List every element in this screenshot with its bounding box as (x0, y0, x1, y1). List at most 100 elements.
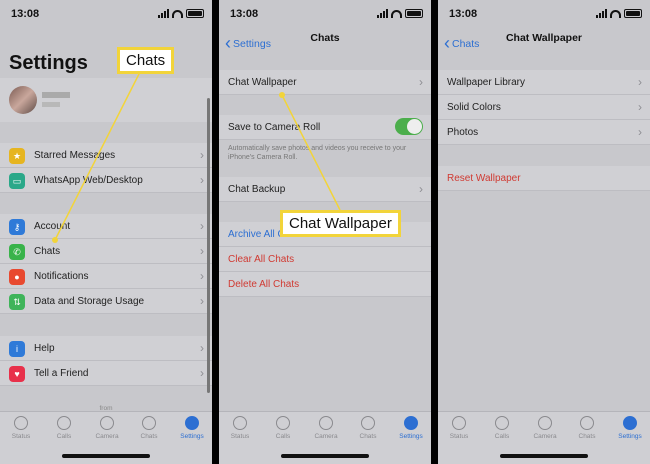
gear-icon (404, 416, 418, 430)
chevron-right-icon: › (200, 366, 204, 380)
tab-camera[interactable]: Camera (527, 416, 563, 440)
clear-all-row[interactable]: Clear All Chats (219, 247, 431, 272)
status-icon (233, 416, 247, 430)
tab-settings[interactable]: Settings (393, 416, 429, 440)
row-label: Starred Messages (34, 149, 116, 161)
chevron-right-icon: › (638, 75, 642, 89)
tab-camera[interactable]: Camera (89, 416, 125, 440)
tab-settings[interactable]: Settings (612, 416, 648, 440)
reset-wallpaper-row[interactable]: Reset Wallpaper (438, 166, 650, 191)
tab-calls[interactable]: Calls (46, 416, 82, 440)
nav-bar: Chats Chat Wallpaper (438, 28, 650, 50)
chat-bubbles-icon (142, 416, 156, 430)
tab-status[interactable]: Status (441, 416, 477, 440)
signal-icon (377, 9, 388, 18)
key-icon: ⚷ (9, 219, 25, 235)
heart-icon: ♥ (9, 366, 25, 382)
settings-item-chats[interactable]: ✆ Chats › (0, 239, 212, 264)
status-bar: 13:08 (219, 7, 431, 23)
row-label: Clear All Chats (228, 253, 295, 265)
settings-item-account[interactable]: ⚷ Account › (0, 214, 212, 239)
photos-row[interactable]: Photos › (438, 120, 650, 145)
tab-chats[interactable]: Chats (131, 416, 167, 440)
laptop-icon: ▭ (9, 173, 25, 189)
page-title: Chats (310, 32, 340, 44)
gear-icon (623, 416, 637, 430)
callout-chat-wallpaper: Chat Wallpaper (280, 210, 401, 237)
chat-bubbles-icon (361, 416, 375, 430)
chevron-right-icon: › (200, 244, 204, 258)
settings-screen: 13:08 Settings ★ Starred Messages › ▭ Whats… (0, 0, 212, 464)
notification-icon: ● (9, 269, 25, 285)
chevron-right-icon: › (200, 269, 204, 283)
signal-icon (158, 9, 169, 18)
home-indicator (500, 454, 588, 458)
chat-bubbles-icon (580, 416, 594, 430)
chevron-right-icon: › (638, 100, 642, 114)
profile-name-blurred (42, 92, 70, 98)
tab-settings[interactable]: Settings (174, 416, 210, 440)
tab-chats[interactable]: Chats (350, 416, 386, 440)
profile-status-blurred (42, 102, 60, 107)
chevron-right-icon: › (200, 173, 204, 187)
tab-bar: Status Calls Camera Chats Settings (438, 411, 650, 464)
settings-item-web[interactable]: ▭ WhatsApp Web/Desktop › (0, 168, 212, 193)
data-arrows-icon: ⇅ (9, 294, 25, 310)
tab-bar: Status Calls Camera Chats Settings (0, 411, 212, 464)
row-label: Account (34, 220, 71, 232)
tab-status[interactable]: Status (222, 416, 258, 440)
page-title: Chat Wallpaper (505, 32, 583, 44)
chevron-right-icon: › (200, 341, 204, 355)
chevron-right-icon: › (200, 294, 204, 308)
row-label: Chat Wallpaper (228, 76, 297, 88)
save-camera-roll-row: Save to Camera Roll (219, 115, 431, 140)
save-camera-roll-toggle[interactable] (395, 118, 423, 135)
phone-icon (276, 416, 290, 430)
camera-icon (538, 416, 552, 430)
battery-icon (186, 9, 204, 18)
chevron-right-icon: › (200, 148, 204, 162)
status-time: 13:08 (11, 8, 40, 20)
star-icon: ★ (9, 148, 25, 164)
wifi-icon (172, 9, 183, 18)
chat-wallpaper-row[interactable]: Chat Wallpaper › (219, 70, 431, 95)
phone-icon (495, 416, 509, 430)
status-bar: 13:08 (0, 7, 212, 23)
wallpaper-library-row[interactable]: Wallpaper Library › (438, 70, 650, 95)
row-label: Reset Wallpaper (447, 172, 521, 184)
delete-all-row[interactable]: Delete All Chats (219, 272, 431, 297)
row-label: Save to Camera Roll (228, 121, 321, 133)
settings-item-notifications[interactable]: ● Notifications › (0, 264, 212, 289)
tab-chats[interactable]: Chats (569, 416, 605, 440)
solid-colors-row[interactable]: Solid Colors › (438, 95, 650, 120)
row-label: Photos (447, 126, 479, 138)
status-time: 13:08 (449, 8, 478, 20)
settings-item-help[interactable]: i Help › (0, 336, 212, 361)
tab-status[interactable]: Status (3, 416, 39, 440)
chevron-right-icon: › (200, 219, 204, 233)
scrollbar[interactable] (207, 98, 210, 393)
settings-item-tell-friend[interactable]: ♥ Tell a Friend › (0, 361, 212, 386)
camera-icon (100, 416, 114, 430)
chevron-right-icon: › (638, 125, 642, 139)
settings-item-starred[interactable]: ★ Starred Messages › (0, 143, 212, 168)
chevron-right-icon: › (419, 182, 423, 196)
tab-calls[interactable]: Calls (265, 416, 301, 440)
gear-icon (185, 416, 199, 430)
settings-item-data[interactable]: ⇅ Data and Storage Usage › (0, 289, 212, 314)
page-title: Settings (9, 52, 88, 74)
status-icon (452, 416, 466, 430)
tab-calls[interactable]: Calls (484, 416, 520, 440)
row-label: Tell a Friend (34, 367, 89, 379)
row-label: Data and Storage Usage (34, 295, 145, 307)
status-icon (14, 416, 28, 430)
battery-icon (405, 9, 423, 18)
chat-backup-row[interactable]: Chat Backup › (219, 177, 431, 202)
home-indicator (62, 454, 150, 458)
chevron-right-icon: › (419, 75, 423, 89)
tab-camera[interactable]: Camera (308, 416, 344, 440)
row-label: Chats (34, 245, 61, 257)
save-camera-roll-note: Automatically save photos and videos you… (228, 145, 407, 161)
home-indicator (281, 454, 369, 458)
nav-bar: Settings Chats (219, 28, 431, 50)
